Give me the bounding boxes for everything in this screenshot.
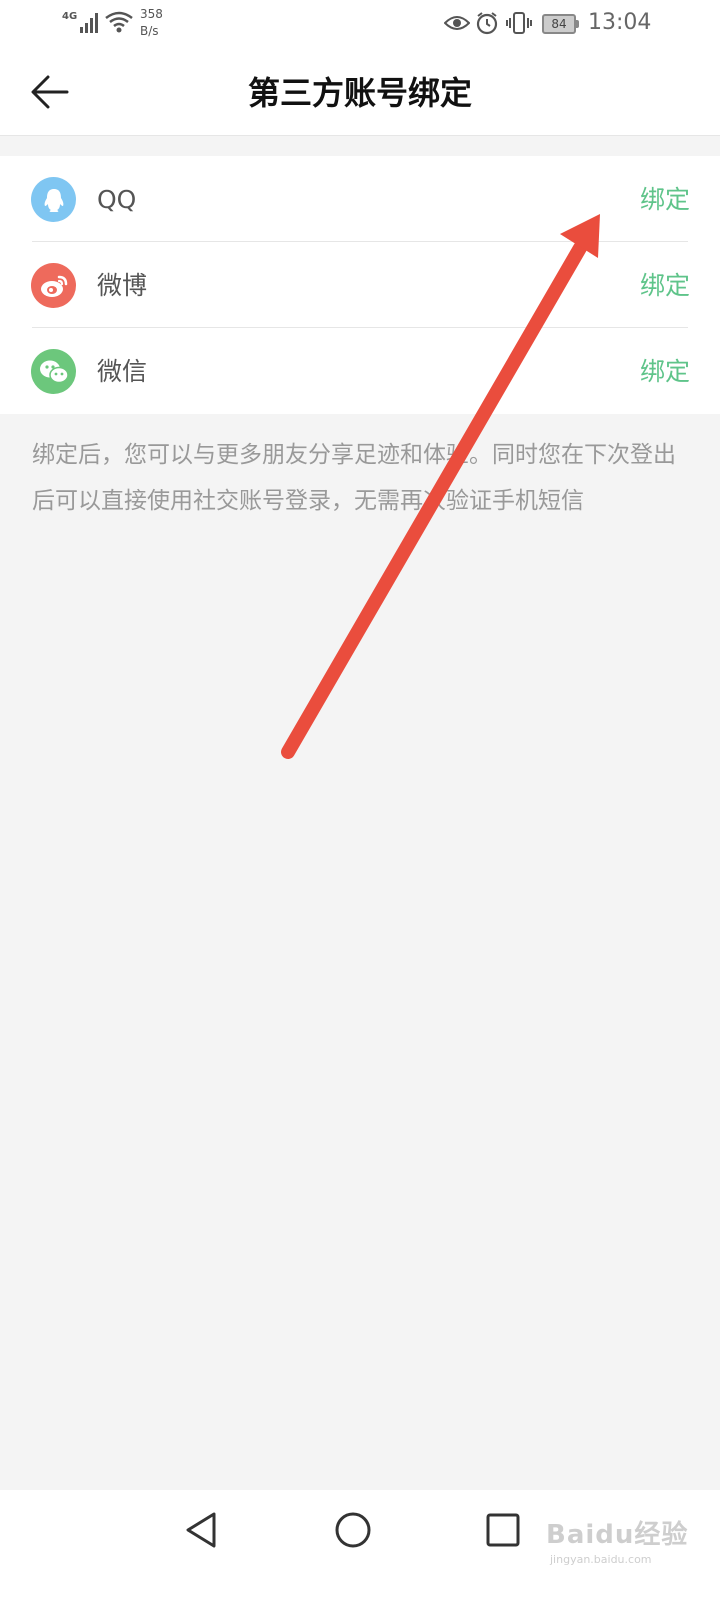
bind-button-qq[interactable]: 绑定 [640,156,690,242]
watermark-url: jingyan.baidu.com [550,1553,652,1566]
qq-icon [31,177,76,222]
network-speed-value: 358 [140,7,163,21]
bind-button-weibo[interactable]: 绑定 [640,242,690,328]
account-row-qq: QQ 绑定 [0,156,720,242]
cellular-signal: 4G [62,8,100,38]
eye-comfort-icon [444,16,470,30]
watermark-logo: Baidu经验 [546,1520,689,1550]
signal-bars-icon [80,13,98,33]
wechat-icon [31,349,76,394]
alarm-icon [476,12,498,35]
network-speed: 358 B/s [140,6,163,40]
triangle-back-icon[interactable] [180,1508,224,1552]
account-row-weibo: 微博 绑定 [0,242,720,328]
watermark: Baidu经验 jingyan.baidu.com [538,1498,698,1578]
system-nav-bar: Baidu经验 jingyan.baidu.com [0,1490,720,1600]
circle-home-icon[interactable] [331,1508,375,1552]
square-recent-icon[interactable] [481,1508,525,1552]
account-name-weibo: 微博 [97,271,148,300]
account-name-qq: QQ [97,185,137,214]
network-type-label: 4G [62,11,78,22]
bind-button-wechat[interactable]: 绑定 [640,328,690,414]
battery-indicator: 84 [542,14,580,34]
network-speed-unit: B/s [140,24,159,38]
top-app-bar: 第三方账号绑定 [0,50,720,136]
account-name-wechat: 微信 [97,357,148,386]
clock: 13:04 [588,10,652,35]
account-row-wechat: 微信 绑定 [0,328,720,414]
arrow-left-icon [31,75,69,109]
screen: 4G 358 B/s 84 13:04 第三方账号绑定 QQ 绑定 微博 绑定 … [0,0,720,1600]
vibrate-icon [506,12,532,34]
binding-hint: 绑定后，您可以与更多朋友分享足迹和体验。同时您在下次登出后可以直接使用社交账号登… [32,442,676,514]
back-button[interactable] [22,66,78,118]
status-bar: 4G 358 B/s 84 13:04 [0,0,720,50]
page-title: 第三方账号绑定 [247,74,472,112]
account-list: QQ 绑定 微博 绑定 微信 绑定 [0,156,720,414]
battery-level: 84 [542,14,576,34]
wifi-icon [105,11,133,33]
weibo-icon [31,263,76,308]
